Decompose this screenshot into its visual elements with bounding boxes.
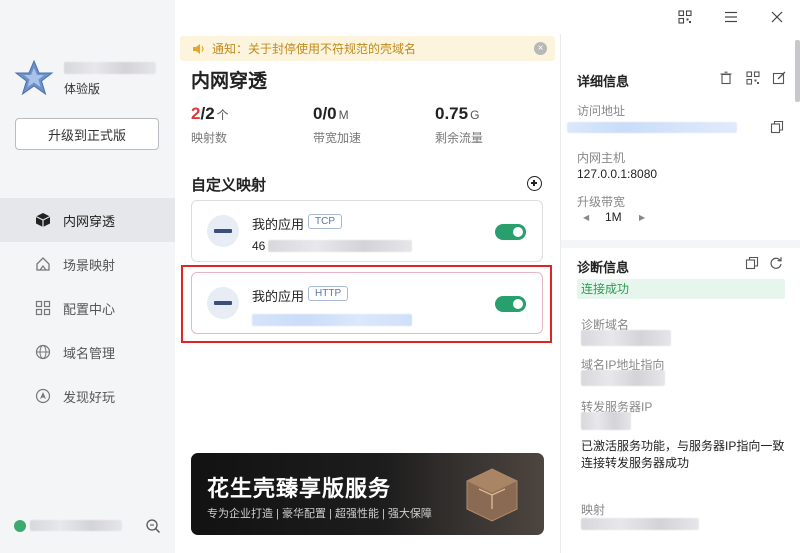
close-icon xyxy=(771,11,783,23)
mapping-card[interactable]: 我的应用 HTTP xyxy=(191,272,543,334)
diagnosis-mapping-label: 映射 xyxy=(581,503,606,517)
panel-divider xyxy=(561,240,800,248)
qr-code-button[interactable] xyxy=(662,0,708,34)
grid-config-icon xyxy=(34,299,52,317)
mapping-name: 我的应用 xyxy=(252,289,305,304)
mapping-toggle[interactable] xyxy=(495,296,526,312)
diagnosis-server-redacted xyxy=(581,412,631,430)
sidebar-item-domain[interactable]: 域名管理 xyxy=(0,330,175,374)
sidebar-item-label: 发现好玩 xyxy=(63,389,116,405)
app-icon xyxy=(207,215,239,247)
mapping-card[interactable]: 我的应用 TCP 46 xyxy=(191,200,543,262)
client-id-redacted xyxy=(30,520,122,531)
stat-label: 映射数 xyxy=(191,131,228,145)
app-icon xyxy=(207,287,239,319)
sidebar-item-label: 域名管理 xyxy=(63,345,116,361)
sidebar-item-intranet[interactable]: 内网穿透 xyxy=(0,198,175,242)
banner-title: 花生壳臻享版服务 xyxy=(207,476,392,501)
mapping-toggle[interactable] xyxy=(495,224,526,240)
notice-bar[interactable]: 通知：关于封停使用不符规范的壳域名 × xyxy=(180,36,555,61)
section-title-custom-mapping: 自定义映射 xyxy=(191,177,267,194)
stat-unit: M xyxy=(338,108,349,122)
zoom-search-icon[interactable] xyxy=(145,518,161,534)
sidebar-item-scene[interactable]: 场景映射 xyxy=(0,242,175,286)
domain-globe-icon xyxy=(34,343,52,361)
upgrade-button[interactable]: 升级到正式版 xyxy=(15,118,159,150)
stat-traffic: 0.75 G 剩余流量 xyxy=(435,104,483,146)
stat-total-value: /2 xyxy=(200,104,215,123)
sidebar-item-label: 场景映射 xyxy=(63,257,116,273)
diagnosis-mapping-redacted xyxy=(581,518,699,530)
star-avatar-icon xyxy=(14,59,54,96)
stat-mappings: 2/2 个 映射数 xyxy=(191,104,229,146)
stat-value: 0.75 xyxy=(435,104,469,123)
premium-banner[interactable]: 花生壳臻享版服务 专为企业打造 | 豪华配置 | 超强性能 | 强大保障 xyxy=(191,453,544,535)
sidebar-item-config[interactable]: 配置中心 xyxy=(0,286,175,330)
detail-panel: 详细信息 访问地址 内网主机 127.0.0.1:8080 升级带宽 ◀ 1M … xyxy=(560,34,800,553)
protocol-tag: TCP xyxy=(308,214,342,229)
internal-host-value: 127.0.0.1:8080 xyxy=(577,167,658,181)
connection-status-icon xyxy=(14,520,26,532)
diagnosis-title: 诊断信息 xyxy=(577,260,630,275)
banner-subtitle: 专为企业打造 | 豪华配置 | 超强性能 | 强大保障 xyxy=(207,508,432,520)
stat-unit: 个 xyxy=(216,108,229,122)
mapping-name: 我的应用 xyxy=(252,217,305,232)
trash-icon[interactable] xyxy=(719,71,733,85)
protocol-tag: HTTP xyxy=(308,286,349,301)
sidebar-item-label: 配置中心 xyxy=(63,301,116,317)
panel-scrollbar[interactable] xyxy=(795,40,800,102)
address-redacted xyxy=(268,240,412,252)
details-title: 详细信息 xyxy=(577,74,630,89)
bandwidth-increase-icon[interactable]: ▶ xyxy=(639,213,645,222)
diagnosis-status: 连接成功 xyxy=(577,279,785,299)
sidebar: 体验版 升级到正式版 内网穿透 场景映射 配置中心 域名管理 发现好玩 xyxy=(0,0,175,553)
stat-bandwidth: 0/0 M 带宽加速 xyxy=(313,104,361,146)
edition-label: 体验版 xyxy=(64,82,101,96)
username-redacted xyxy=(64,62,156,74)
diagnosis-message: 已激活服务功能，与服务器IP指向一致连接转发服务器成功 xyxy=(581,439,785,470)
speaker-icon xyxy=(193,43,204,54)
sidebar-item-discover[interactable]: 发现好玩 xyxy=(0,374,175,418)
menu-button[interactable] xyxy=(708,0,754,34)
stat-unit: G xyxy=(470,108,480,122)
diagnosis-domain-redacted xyxy=(581,330,671,346)
edit-icon[interactable] xyxy=(772,71,786,85)
hamburger-menu-icon xyxy=(725,11,737,23)
access-address-label: 访问地址 xyxy=(577,104,626,118)
sidebar-nav: 内网穿透 场景映射 配置中心 域名管理 发现好玩 xyxy=(0,198,175,418)
compass-icon xyxy=(34,387,52,405)
internal-host-label: 内网主机 xyxy=(577,151,626,165)
close-window-button[interactable] xyxy=(754,0,800,34)
access-address-redacted xyxy=(567,122,737,133)
copy-icon[interactable] xyxy=(745,256,759,270)
diagnosis-ip-redacted xyxy=(581,370,665,386)
qr-code-icon[interactable] xyxy=(746,71,760,85)
stat-label: 带宽加速 xyxy=(313,131,362,145)
mapping-address: 46 xyxy=(252,239,266,253)
bandwidth-label: 升级带宽 xyxy=(577,195,626,209)
stat-value: 0/0 xyxy=(313,104,337,123)
stat-label: 剩余流量 xyxy=(435,131,484,145)
bandwidth-decrease-icon[interactable]: ◀ xyxy=(583,213,589,222)
refresh-icon[interactable] xyxy=(769,256,783,270)
copy-icon[interactable] xyxy=(770,120,784,134)
house-scene-icon xyxy=(34,255,52,273)
notice-close-icon[interactable]: × xyxy=(534,42,547,55)
address-redacted xyxy=(252,314,412,326)
add-mapping-icon[interactable] xyxy=(527,176,542,191)
gift-box-icon xyxy=(466,468,518,522)
sidebar-item-label: 内网穿透 xyxy=(63,213,116,229)
bandwidth-value: 1M xyxy=(605,210,622,224)
user-profile[interactable]: 体验版 xyxy=(14,58,164,102)
cube-icon xyxy=(34,211,52,229)
window-controls xyxy=(662,0,800,34)
notice-text: 通知：关于封停使用不符规范的壳域名 xyxy=(212,42,417,56)
sidebar-footer xyxy=(14,516,164,536)
qr-code-icon xyxy=(678,10,692,24)
page-title: 内网穿透 xyxy=(191,71,268,92)
